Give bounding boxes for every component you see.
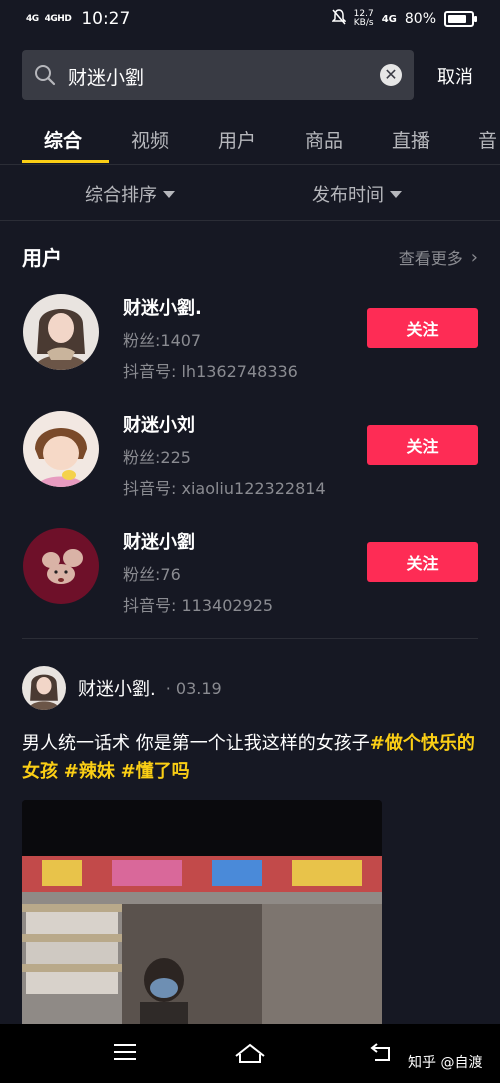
avatar[interactable]: [23, 528, 99, 604]
tab-comprehensive[interactable]: 综合: [44, 126, 82, 153]
post-author[interactable]: 财迷小劉. · 03.19: [22, 666, 222, 710]
user-result[interactable]: 财迷小刘 粉丝:225 抖音号: xiaoliu122322814 关注: [0, 411, 500, 523]
hashtag[interactable]: #辣妹: [64, 761, 115, 782]
time-filter-label: 发布时间: [312, 185, 384, 206]
hashtag[interactable]: #懂了吗: [121, 761, 190, 782]
post-avatar[interactable]: [22, 666, 66, 710]
tab-users[interactable]: 用户: [218, 126, 256, 153]
search-query[interactable]: 财迷小劉: [68, 63, 144, 90]
clear-icon[interactable]: ✕: [380, 64, 402, 86]
follow-button[interactable]: 关注: [367, 308, 478, 348]
user-douyin-id: 抖音号: 113402925: [123, 596, 274, 615]
search-input[interactable]: 财迷小劉 ✕: [22, 50, 414, 100]
tab-live[interactable]: 直播: [392, 126, 430, 153]
user-fans: 粉丝:225: [123, 448, 191, 467]
net-type: 4G: [381, 13, 397, 25]
follow-button[interactable]: 关注: [367, 425, 478, 465]
time-filter[interactable]: 发布时间: [312, 181, 402, 207]
net-speed: 12.7 KB/s: [353, 9, 374, 28]
see-more-label: 查看更多: [398, 249, 463, 268]
mute-icon: [330, 9, 347, 29]
tab-music[interactable]: 音: [478, 126, 497, 153]
caret-down-icon: [163, 190, 175, 198]
avatar[interactable]: [23, 294, 99, 370]
post-caption: 男人统一话术 你是第一个让我这样的女孩子#做个快乐的女孩 #辣妹 #懂了吗: [22, 730, 482, 786]
section-divider: [22, 638, 478, 639]
see-more-link[interactable]: 查看更多 ›: [399, 245, 478, 269]
caption-text: 男人统一话术 你是第一个让我这样的女孩子: [22, 733, 370, 754]
filter-bar: 综合排序 发布时间: [0, 164, 500, 221]
watermark: 知乎 @自渡: [408, 1055, 483, 1071]
user-douyin-id: 抖音号: xiaoliu122322814: [123, 479, 326, 498]
battery-icon: [444, 11, 477, 27]
back-icon[interactable]: [369, 1042, 393, 1068]
user-result[interactable]: 财迷小劉 粉丝:76 抖音号: 113402925 关注: [0, 528, 500, 640]
user-name: 财迷小刘: [123, 415, 195, 436]
video-thumbnail[interactable]: [22, 800, 382, 1040]
user-fans: 粉丝:76: [123, 565, 181, 584]
tab-bar: 综合 视频 用户 商品 直播 音: [0, 112, 500, 165]
cancel-button[interactable]: 取消: [437, 63, 473, 89]
menu-icon[interactable]: [113, 1042, 137, 1068]
battery-fill: [448, 15, 466, 23]
avatar[interactable]: [23, 411, 99, 487]
home-icon[interactable]: [234, 1042, 266, 1070]
status-bar: 4G 4GHD 10:27 12.7 KB/s 4G 80%: [0, 0, 500, 38]
users-section-title: 用户: [22, 246, 62, 270]
user-name: 财迷小劉.: [123, 298, 202, 319]
user-douyin-id: 抖音号: lh1362748336: [123, 362, 298, 381]
tab-video[interactable]: 视频: [131, 126, 169, 153]
user-fans: 粉丝:1407: [123, 331, 202, 350]
user-result[interactable]: 财迷小劉. 粉丝:1407 抖音号: lh1362748336 关注: [0, 294, 500, 406]
caret-down-icon: [390, 190, 402, 198]
active-tab-indicator: [22, 160, 109, 163]
battery-percent: 80%: [404, 11, 436, 27]
chevron-right-icon: ›: [470, 246, 478, 268]
sort-filter-label: 综合排序: [85, 185, 157, 206]
signal-1: 4G: [26, 13, 39, 24]
post-author-name[interactable]: 财迷小劉.: [78, 675, 156, 701]
user-name: 财迷小劉: [123, 532, 195, 553]
tab-products[interactable]: 商品: [305, 126, 343, 153]
post-date: · 03.19: [165, 678, 222, 698]
signal-2: 4GHD: [44, 13, 72, 24]
clock: 10:27: [81, 9, 131, 29]
follow-button[interactable]: 关注: [367, 542, 478, 582]
search-icon: [34, 64, 56, 86]
sort-filter[interactable]: 综合排序: [85, 181, 175, 207]
